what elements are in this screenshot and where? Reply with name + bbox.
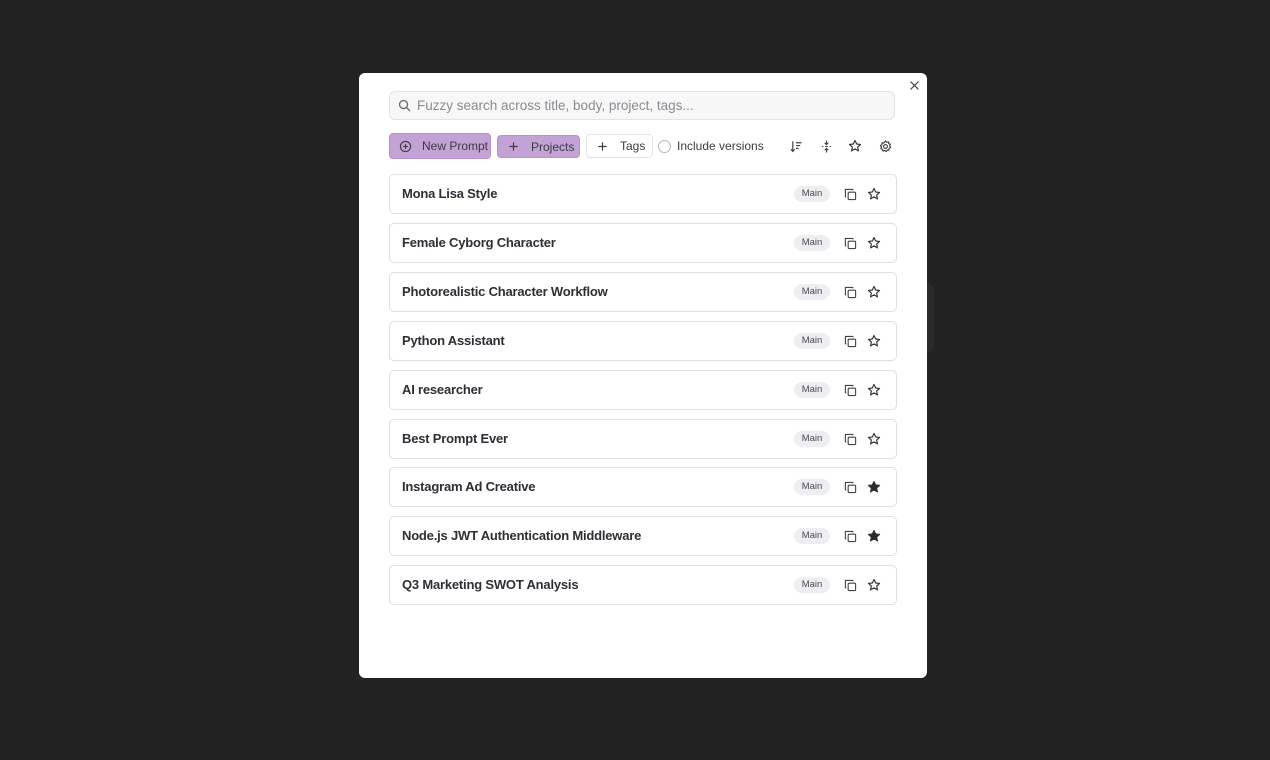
plus-icon (595, 139, 609, 153)
compress-icon[interactable] (819, 139, 833, 153)
branch-badge: Main (794, 333, 830, 349)
prompt-title: Female Cyborg Character (402, 235, 556, 250)
branch-badge: Main (794, 577, 830, 593)
prompt-row[interactable]: AI researcher Main (389, 370, 897, 410)
branch-badge: Main (794, 528, 830, 544)
prompt-title: Best Prompt Ever (402, 431, 508, 446)
gear-icon[interactable] (878, 139, 892, 153)
tags-label: Tags (620, 139, 646, 153)
branch-badge: Main (794, 479, 830, 495)
prompt-title: Python Assistant (402, 333, 505, 348)
star-filled-icon[interactable] (867, 480, 881, 494)
search-input[interactable] (417, 98, 877, 113)
prompt-row[interactable]: Photorealistic Character Workflow Main (389, 272, 897, 312)
prompt-row[interactable]: Node.js JWT Authentication Middleware Mai… (389, 516, 897, 556)
copy-icon[interactable] (843, 383, 857, 397)
star-icon[interactable] (867, 285, 881, 299)
prompt-title: Q3 Marketing SWOT Analysis (402, 577, 579, 592)
branch-badge: Main (794, 431, 830, 447)
copy-icon[interactable] (843, 187, 857, 201)
prompt-row[interactable]: Best Prompt Ever Main (389, 419, 897, 459)
prompt-row[interactable]: Python Assistant Main (389, 321, 897, 361)
prompt-row[interactable]: Mona Lisa Style Main (389, 174, 897, 214)
copy-icon[interactable] (843, 432, 857, 446)
star-icon[interactable] (848, 139, 862, 153)
star-icon[interactable] (867, 236, 881, 250)
copy-icon[interactable] (843, 334, 857, 348)
projects-button[interactable]: Projects (497, 135, 580, 158)
prompt-title: AI researcher (402, 382, 483, 397)
toolbar: New Prompt Projects Tags Include version… (389, 133, 895, 159)
sort-icon[interactable] (789, 139, 803, 153)
projects-label: Projects (531, 139, 575, 154)
include-versions-label: Include versions (677, 139, 764, 153)
branch-badge: Main (794, 186, 830, 202)
prompt-title: Mona Lisa Style (402, 186, 498, 201)
search-bar (389, 91, 895, 120)
prompt-title: Photorealistic Character Workflow (402, 284, 608, 299)
prompt-title: Instagram Ad Creative (402, 479, 536, 494)
branch-badge: Main (794, 382, 830, 398)
close-icon[interactable] (907, 78, 921, 92)
branch-badge: Main (794, 235, 830, 251)
include-versions-radio[interactable] (658, 139, 671, 153)
star-filled-icon[interactable] (867, 529, 881, 543)
plus-circle-icon (398, 139, 412, 153)
star-icon[interactable] (867, 187, 881, 201)
prompt-row[interactable]: Female Cyborg Character Main (389, 223, 897, 263)
branch-badge: Main (794, 284, 830, 300)
new-prompt-label: New Prompt (422, 139, 489, 153)
star-icon[interactable] (867, 578, 881, 592)
star-icon[interactable] (867, 383, 881, 397)
copy-icon[interactable] (843, 236, 857, 250)
star-icon[interactable] (867, 334, 881, 348)
search-icon (398, 99, 411, 112)
copy-icon[interactable] (843, 480, 857, 494)
copy-icon[interactable] (843, 578, 857, 592)
prompt-row[interactable]: Instagram Ad Creative Main (389, 467, 897, 507)
plus-icon (506, 140, 520, 154)
copy-icon[interactable] (843, 285, 857, 299)
prompt-library-modal: New Prompt Projects Tags Include version… (359, 73, 927, 678)
tags-button[interactable]: Tags (586, 134, 653, 158)
prompt-row[interactable]: Q3 Marketing SWOT Analysis Main (389, 565, 897, 605)
include-versions-toggle[interactable]: Include versions (658, 133, 764, 159)
star-icon[interactable] (867, 432, 881, 446)
prompt-title: Node.js JWT Authentication Middleware (402, 528, 642, 543)
new-prompt-button[interactable]: New Prompt (389, 133, 491, 159)
copy-icon[interactable] (843, 529, 857, 543)
